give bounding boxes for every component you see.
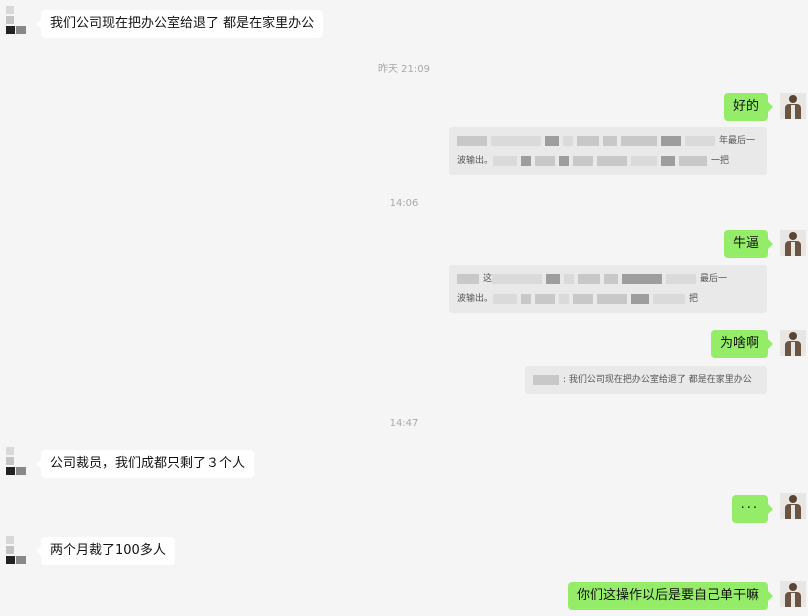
timestamp: 昨天 21:09 (378, 64, 430, 75)
quote-text: : 我们公司现在把办公室给退了 都是在家里办公 (563, 375, 752, 385)
quote-text: 最后一 (700, 274, 728, 284)
quoted-message[interactable]: 这 最后一 波输出。 把 (449, 265, 767, 313)
message-bubble-incoming[interactable]: 两个月裁了100多人 (36, 537, 175, 565)
message-bubble-outgoing[interactable]: 牛逼 (723, 230, 774, 258)
quote-text: 一把 (711, 156, 730, 166)
message-bubble-outgoing[interactable]: 好的 (723, 93, 774, 121)
quote-text: 把 (689, 294, 699, 304)
user-avatar[interactable] (780, 93, 806, 119)
quoted-message[interactable]: 年最后一 波输出。 一把 (449, 127, 767, 175)
user-avatar[interactable] (780, 493, 806, 519)
message-bubble-outgoing[interactable]: 为啥啊 (710, 330, 774, 358)
contact-avatar[interactable] (6, 447, 34, 475)
quote-text: 波输出。 (457, 156, 494, 166)
timestamp: 14:06 (389, 198, 419, 209)
quote-text: 波输出。 (457, 294, 494, 304)
user-avatar[interactable] (780, 230, 806, 256)
timestamp: 14:47 (389, 418, 419, 429)
contact-avatar[interactable] (6, 536, 34, 564)
contact-avatar[interactable] (6, 6, 34, 34)
message-bubble-incoming[interactable]: 我们公司现在把办公室给退了 都是在家里办公 (35, 10, 324, 38)
user-avatar[interactable] (780, 581, 806, 607)
quote-text: 年最后一 (719, 136, 756, 146)
quoted-message[interactable]: : 我们公司现在把办公室给退了 都是在家里办公 (525, 366, 767, 394)
message-bubble-incoming[interactable]: 公司裁员，我们成都只剩了３个人 (35, 450, 255, 478)
message-bubble-outgoing[interactable]: 你们这操作以后是要自己单干嘛 (567, 582, 774, 610)
user-avatar[interactable] (780, 330, 806, 356)
message-bubble-outgoing[interactable]: ··· (731, 495, 774, 523)
quote-text: 这 (483, 274, 493, 284)
